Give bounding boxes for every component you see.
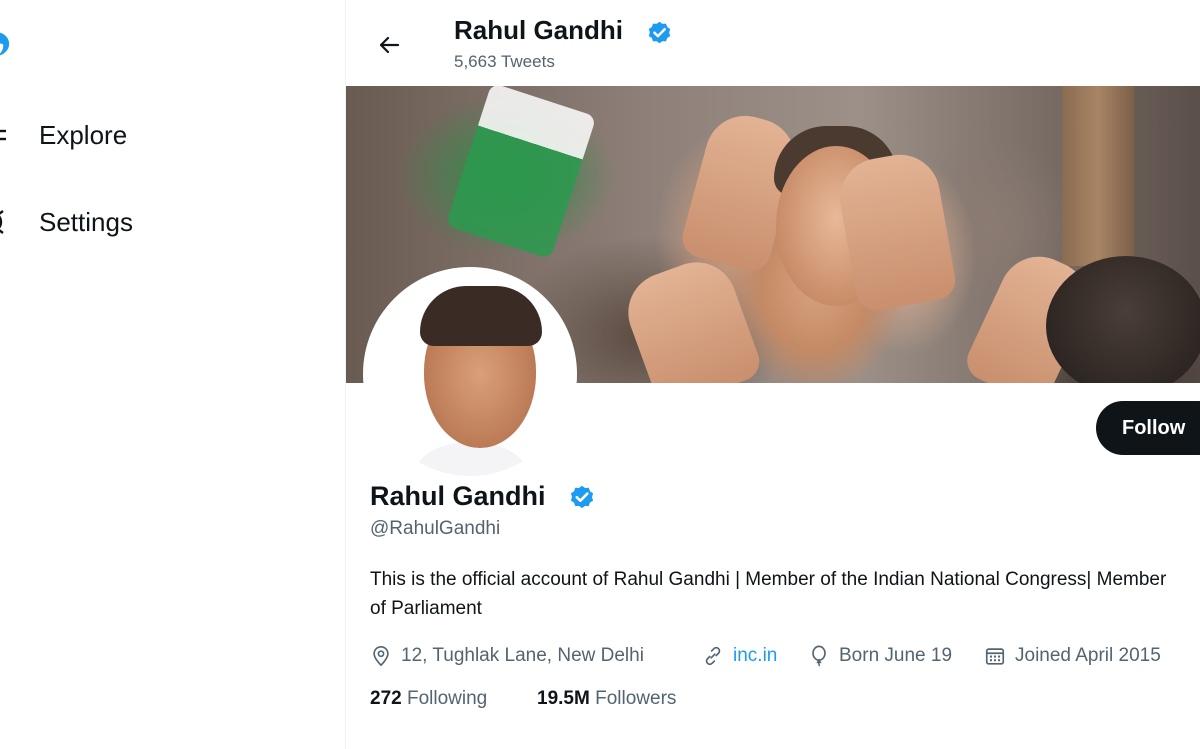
followers-count: 19.5M [537, 688, 590, 709]
balloon-icon [812, 645, 826, 667]
avatar-photo [368, 272, 572, 476]
profile-header-bar: Rahul Gandhi 5,663 Tweets [346, 0, 1200, 86]
banner-hand [617, 251, 765, 383]
profile-website[interactable]: inc.in [702, 642, 777, 670]
banner-head [1046, 256, 1200, 383]
joined-text: Joined April 2015 [1015, 645, 1161, 666]
verified-badge-icon [570, 485, 594, 509]
following-label: Following [406, 688, 488, 709]
banner-flag [445, 86, 597, 260]
profile-location: 12, Tughlak Lane, New Delhi [370, 642, 644, 670]
profile-name: Rahul Gandhi [370, 481, 546, 511]
twitter-profile-page: Explore Settings Rahul Gandhi 5,663 Twee… [0, 0, 1200, 749]
banner-pole [1062, 86, 1134, 266]
profile-avatar[interactable] [363, 267, 577, 481]
sidebar-item-label: Explore [39, 119, 128, 150]
link-icon [705, 646, 721, 666]
profile-meta: 12, Tughlak Lane, New Delhi inc.in Born … [370, 642, 1200, 670]
header-profile-name: Rahul Gandhi [454, 15, 623, 45]
gear-icon [0, 210, 4, 234]
back-button[interactable] [374, 30, 404, 60]
following-count: 272 [370, 688, 402, 709]
following-link[interactable]: 272 Following [370, 688, 487, 710]
avatar-hair [420, 286, 542, 346]
location-pin-icon [373, 646, 389, 667]
profile-handle: @RahulGandhi [370, 518, 501, 539]
followers-label: Followers [595, 688, 677, 709]
calendar-icon [985, 648, 1005, 665]
hashtag-icon [0, 129, 6, 141]
profile-joined: Joined April 2015 [984, 642, 1161, 670]
follow-button[interactable]: Follow [1096, 401, 1200, 455]
sidebar: Explore Settings [0, 0, 346, 749]
followers-link[interactable]: 19.5M Followers [537, 688, 676, 710]
verified-badge-icon [648, 21, 671, 44]
tweet-count: 5,663 Tweets [454, 52, 555, 71]
bird-logo-icon[interactable] [0, 28, 12, 58]
sidebar-item-label: Settings [39, 206, 133, 237]
location-text: 12, Tughlak Lane, New Delhi [401, 645, 644, 666]
profile-birthday: Born June 19 [808, 642, 952, 670]
profile-bio: This is the official account of Rahul Ga… [370, 569, 1167, 619]
arrow-left-icon [379, 36, 400, 54]
website-link[interactable]: inc.in [733, 645, 777, 667]
profile-column: Rahul Gandhi 5,663 Tweets Follow Rahul G… [346, 0, 1200, 749]
birthday-text: Born June 19 [839, 645, 953, 666]
